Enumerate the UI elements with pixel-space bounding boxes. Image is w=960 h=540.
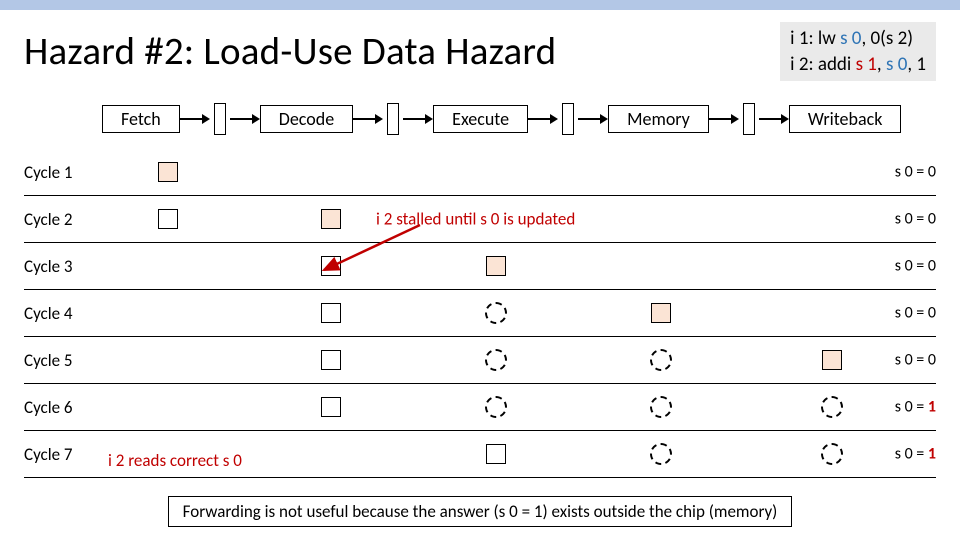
cycle-label: Cycle 3	[24, 256, 102, 277]
accent-bar	[0, 0, 960, 10]
s0-value: s 0 = 0	[895, 210, 936, 229]
token-i1	[158, 162, 178, 182]
pipeline-latch	[387, 103, 399, 135]
stage-memory: Memory	[608, 105, 709, 133]
arrow-icon	[353, 114, 383, 124]
arrow-icon	[759, 114, 789, 124]
stage-fetch: Fetch	[102, 105, 180, 133]
pipeline-latch	[562, 103, 574, 135]
stage-writeback: Writeback	[789, 105, 902, 133]
cycle-row-7: Cycle 7 s 0 = 1 i 2 reads correct s 0	[24, 431, 936, 478]
pipeline-latch	[214, 103, 226, 135]
cycle-row-6: Cycle 6 s 0 = 1	[24, 384, 936, 431]
token-i1	[486, 256, 506, 276]
cycle-label: Cycle 1	[24, 162, 102, 183]
instruction-1: i 1: lw s 0, 0(s 2)	[790, 26, 926, 52]
footnote: Forwarding is not useful because the ans…	[168, 496, 793, 527]
s0-value: s 0 = 1	[895, 398, 936, 417]
token-bubble	[650, 349, 672, 371]
cycle-table: Cycle 1 s 0 = 0 Cycle 2 i 2 stalled unti…	[24, 149, 936, 478]
arrow-icon	[709, 114, 739, 124]
token-i1	[321, 209, 341, 229]
token-bubble	[650, 443, 672, 465]
cycle-label: Cycle 4	[24, 303, 102, 324]
cycle-row-3: Cycle 3 s 0 = 0	[24, 243, 936, 290]
token-i2	[321, 256, 341, 276]
s0-value: s 0 = 1	[895, 445, 936, 464]
arrow-icon	[578, 114, 608, 124]
arrow-icon	[230, 114, 260, 124]
token-i2	[321, 303, 341, 323]
stage-decode: Decode	[260, 105, 353, 133]
token-i2	[321, 350, 341, 370]
token-i1	[822, 350, 842, 370]
token-i1	[651, 303, 671, 323]
pipeline-stages-header: Fetch Decode Execute Memory Writeback	[102, 103, 936, 135]
cycle-label: Cycle 2	[24, 209, 102, 230]
cycle-label: Cycle 5	[24, 350, 102, 371]
cycle-row-5: Cycle 5 s 0 = 0	[24, 337, 936, 384]
token-bubble	[821, 443, 843, 465]
cycle-label: Cycle 6	[24, 397, 102, 418]
cycle-row-2: Cycle 2 i 2 stalled until s 0 is updated…	[24, 196, 936, 243]
cycle-row-4: Cycle 4 s 0 = 0	[24, 290, 936, 337]
token-bubble	[650, 396, 672, 418]
slide-body: Hazard #2: Load-Use Data Hazard i 1: lw …	[0, 10, 960, 540]
token-bubble	[485, 396, 507, 418]
arrow-icon	[528, 114, 558, 124]
token-i2	[321, 397, 341, 417]
arrow-icon	[403, 114, 433, 124]
page-title: Hazard #2: Load-Use Data Hazard	[24, 28, 556, 75]
token-i2	[158, 209, 178, 229]
s0-value: s 0 = 0	[895, 351, 936, 370]
token-bubble	[485, 302, 507, 324]
token-i2	[486, 444, 506, 464]
arrow-icon	[180, 114, 210, 124]
stage-execute: Execute	[433, 105, 528, 133]
token-bubble	[485, 349, 507, 371]
cycle-label: Cycle 7	[24, 444, 102, 465]
reads-correct-annotation: i 2 reads correct s 0	[108, 450, 242, 471]
s0-value: s 0 = 0	[895, 257, 936, 276]
s0-value: s 0 = 0	[895, 304, 936, 323]
pipeline-latch	[743, 103, 755, 135]
stall-annotation: i 2 stalled until s 0 is updated	[376, 209, 575, 230]
cycle-row-1: Cycle 1 s 0 = 0	[24, 149, 936, 196]
token-bubble	[821, 396, 843, 418]
instruction-box: i 1: lw s 0, 0(s 2) i 2: addi s 1, s 0, …	[780, 22, 936, 81]
s0-value: s 0 = 0	[895, 163, 936, 182]
instruction-2: i 2: addi s 1, s 0, 1	[790, 52, 926, 78]
